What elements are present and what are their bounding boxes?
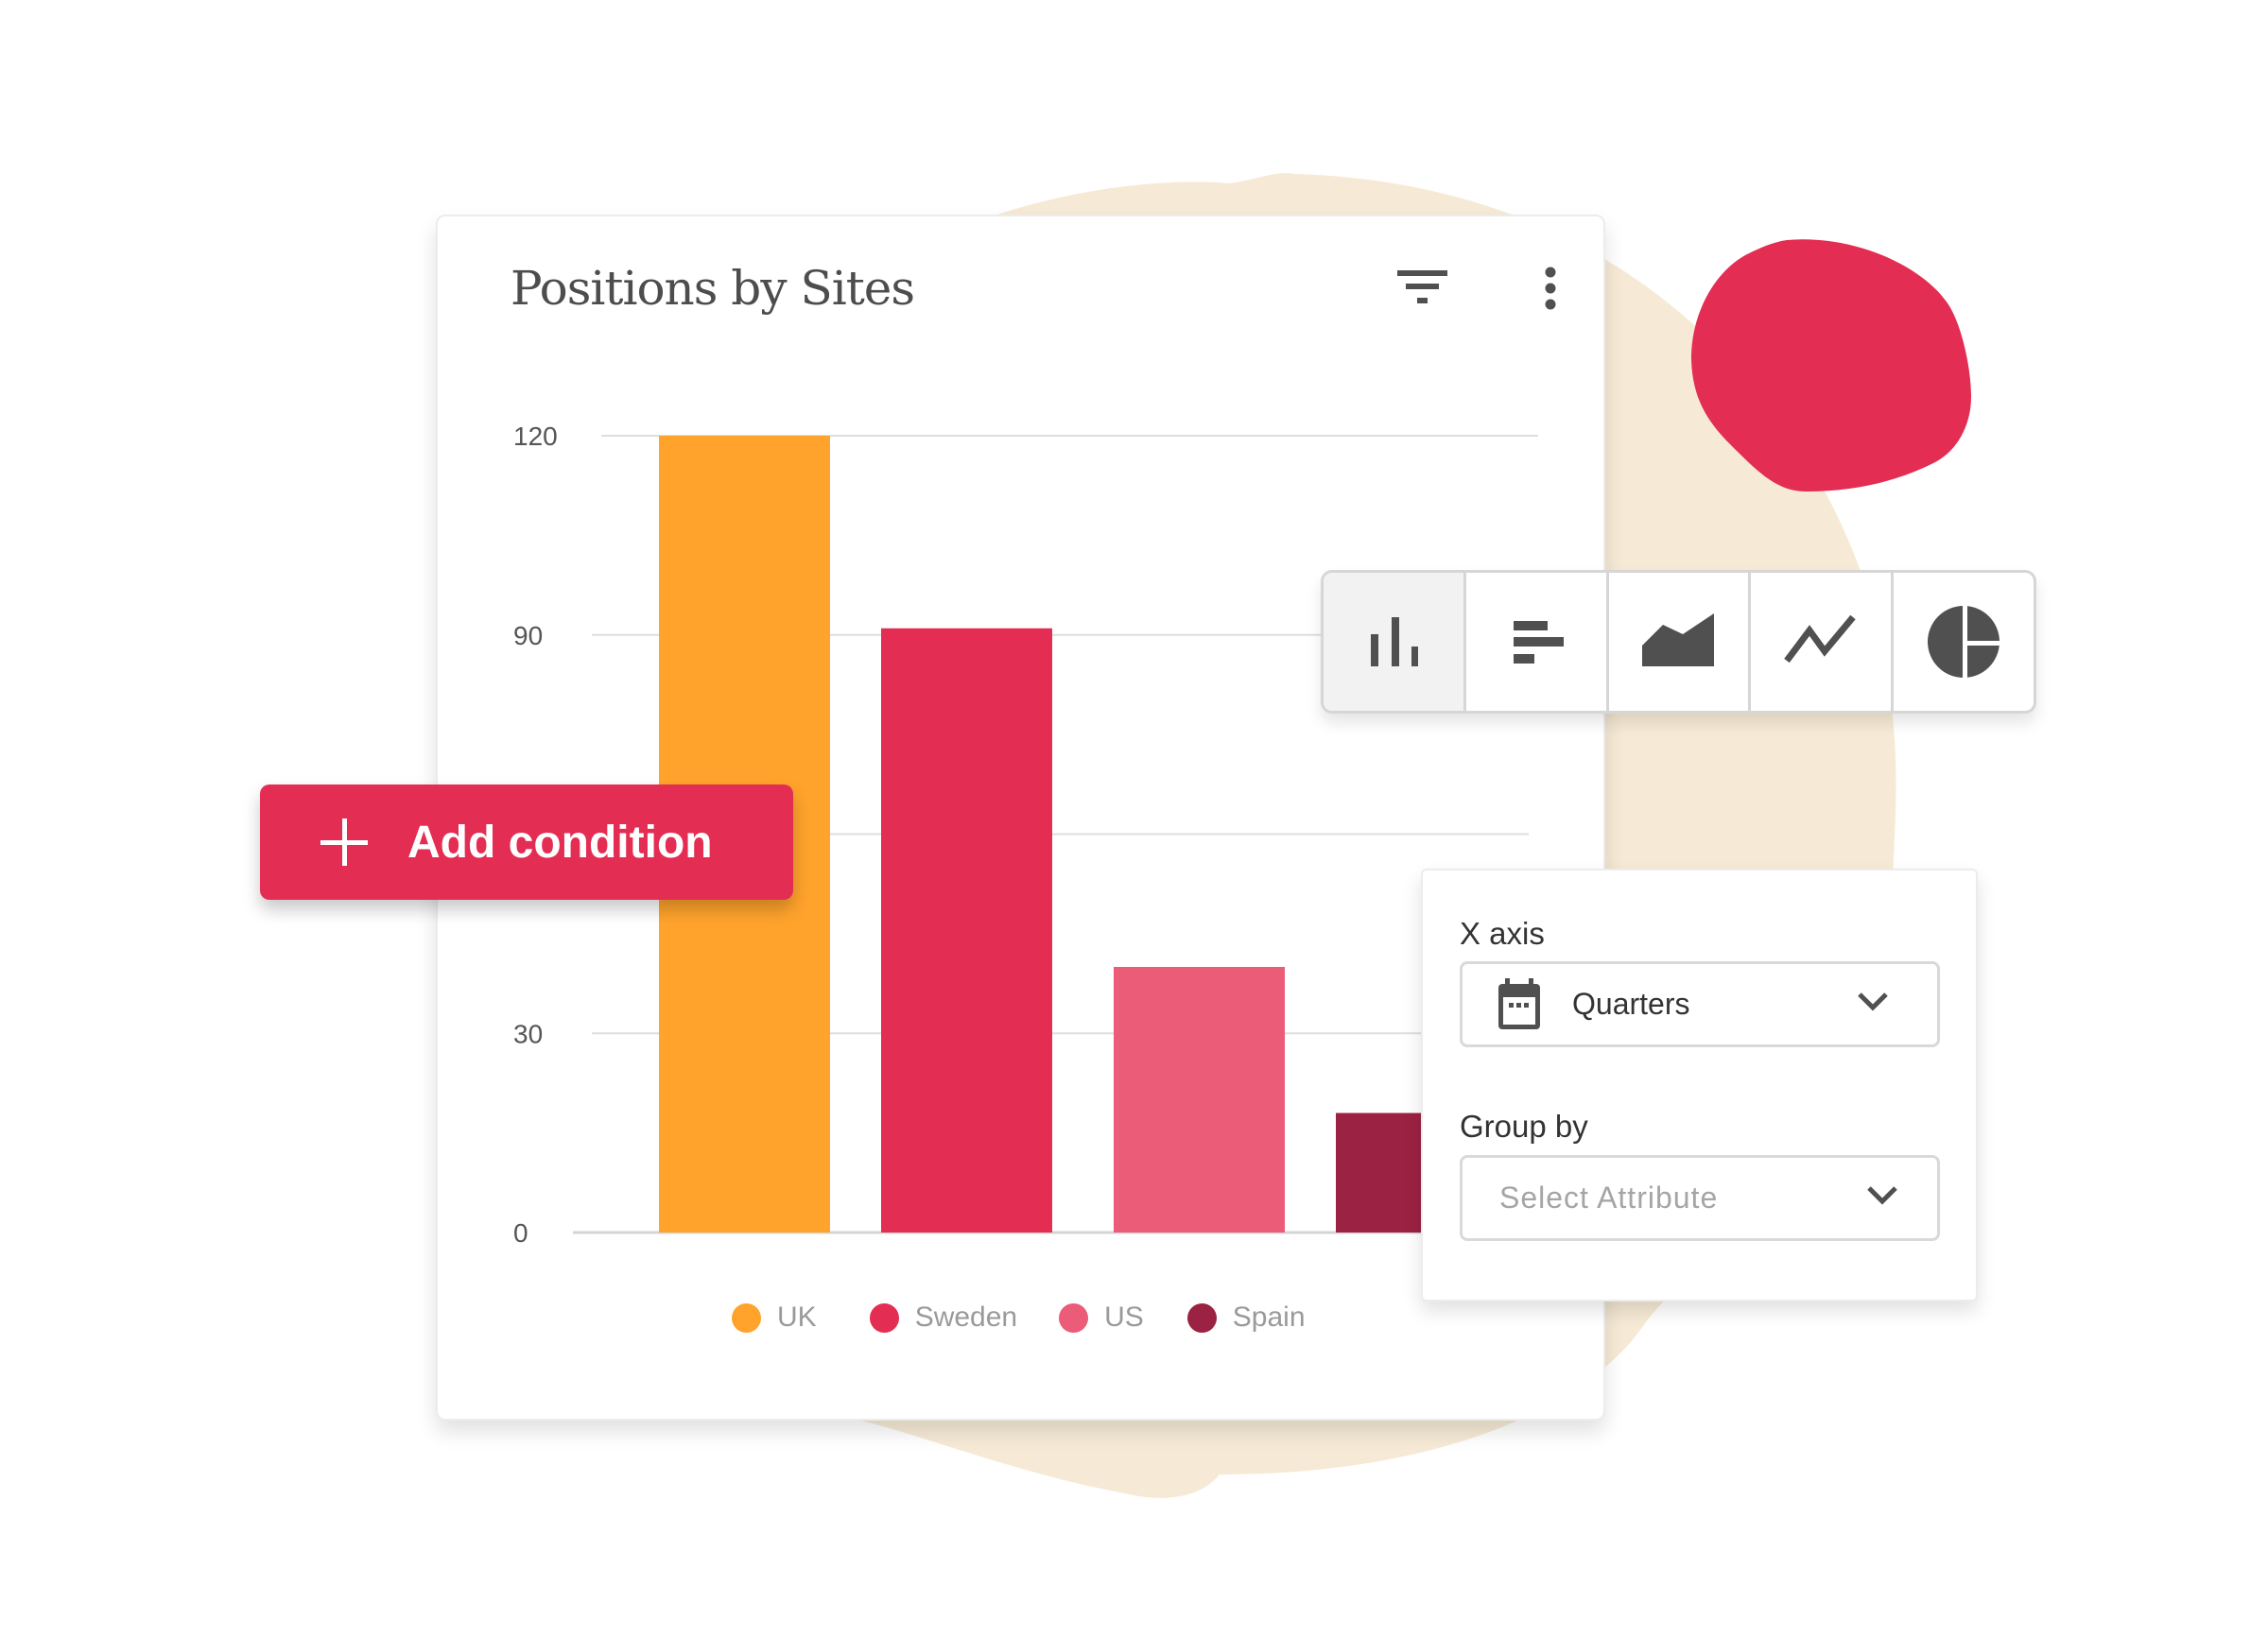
legend-item-spain[interactable]: Spain [1186,1302,1306,1334]
legend-swatch [869,1302,899,1333]
more-vertical-icon [1545,267,1556,310]
chart-type-horizontal-bar[interactable] [1466,573,1609,711]
area-chart-icon [1642,613,1715,666]
legend-swatch [1059,1302,1089,1333]
chevron-down-icon[interactable] [1856,991,1890,1013]
legend-item-sweden[interactable]: Sweden [869,1302,1018,1334]
add-condition-button[interactable]: Add condition [260,785,793,900]
add-condition-label: Add condition [407,817,713,868]
x-axis-label: X axis [1460,916,1545,951]
x-axis-value: Quarters [1572,987,1690,1021]
filter-icon [1397,270,1447,303]
legend-label: UK [777,1302,817,1333]
legend-item-us[interactable]: US [1059,1302,1144,1334]
chart-legend: UK Sweden US Spain [732,1301,1343,1335]
plus-icon [320,819,368,866]
legend-label: Sweden [914,1302,1018,1333]
group-by-label: Group by [1460,1109,1588,1144]
x-axis-select[interactable]: Quarters [1460,961,1940,1047]
column-chart-icon [1370,617,1418,666]
axis-settings-panel: X axis Quarters Group by Select Attribut… [1421,869,1978,1302]
chart-type-line[interactable] [1751,573,1895,711]
calendar-icon [1498,977,1540,1029]
legend-swatch [732,1302,761,1333]
chart-type-toolbar [1321,570,2036,714]
more-options-button[interactable] [1532,263,1569,314]
legend-label: US [1104,1302,1144,1333]
chart-type-area[interactable] [1609,573,1752,711]
pie-chart-icon [1928,604,2002,680]
chart-type-pie[interactable] [1894,573,2034,711]
card-title: Positions by Sites [511,261,915,316]
chart-type-column[interactable] [1324,573,1466,711]
group-by-placeholder: Select Attribute [1499,1181,1719,1215]
horizontal-bar-chart-icon [1513,621,1564,664]
chevron-down-icon[interactable] [1865,1184,1899,1207]
group-by-select[interactable]: Select Attribute [1460,1155,1940,1241]
legend-item-uk[interactable]: UK [732,1302,817,1334]
legend-swatch [1186,1302,1217,1333]
legend-label: Spain [1232,1302,1306,1333]
line-chart-icon [1784,614,1856,664]
filter-button[interactable] [1390,265,1456,312]
